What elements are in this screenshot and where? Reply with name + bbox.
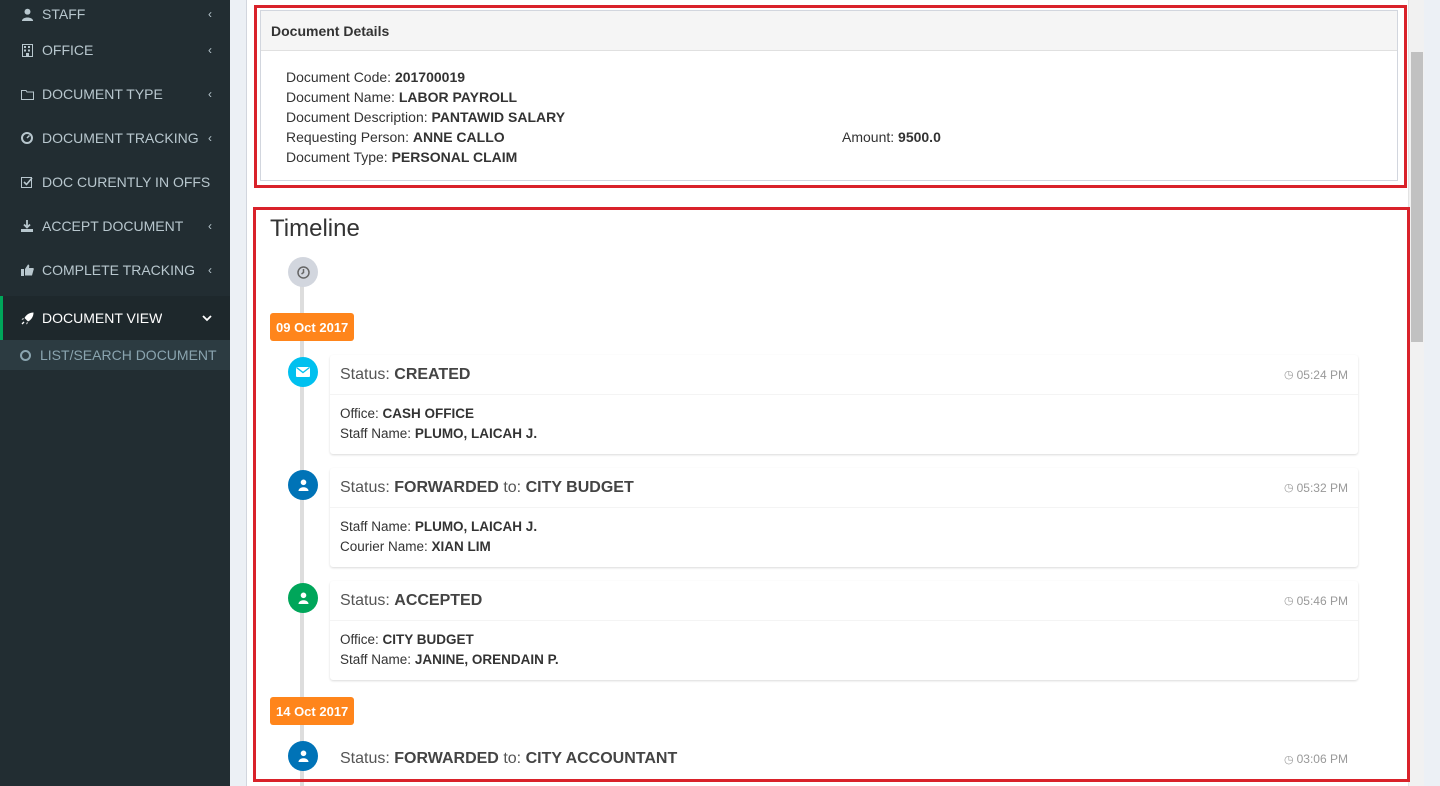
sidebar-item-complete-tracking[interactable]: COMPLETE TRACKING ‹ <box>0 248 230 292</box>
sidebar-item-label: ACCEPT DOCUMENT <box>42 218 184 234</box>
circle-icon <box>20 349 31 361</box>
chevron-left-icon: ‹ <box>208 219 212 233</box>
rocket-icon <box>20 311 34 325</box>
user-icon <box>20 7 34 21</box>
building-icon <box>20 43 34 57</box>
sidebar-item-label: STAFF <box>42 6 86 22</box>
chevron-left-icon: ‹ <box>208 43 212 57</box>
chevron-down-icon <box>202 311 212 325</box>
scrollbar-thumb[interactable] <box>1411 52 1423 342</box>
sidebar-item-office[interactable]: OFFICE ‹ <box>0 28 230 72</box>
sidebar-item-label: DOCUMENT TRACKING <box>42 130 199 146</box>
sidebar-item-label: OFFICE <box>42 42 94 58</box>
sidebar-item-doc-currently-in-office[interactable]: DOC CURENTLY IN OFFS <box>0 160 230 204</box>
sidebar-item-document-type[interactable]: DOCUMENT TYPE ‹ <box>0 72 230 116</box>
sidebar-item-label: DOCUMENT TYPE <box>42 86 163 102</box>
sidebar-item-document-view[interactable]: DOCUMENT VIEW <box>0 296 230 340</box>
check-square-icon <box>20 175 34 189</box>
download-icon <box>20 219 34 233</box>
chevron-left-icon: ‹ <box>208 87 212 101</box>
highlight-box-document-details <box>254 5 1407 188</box>
vertical-scrollbar[interactable] <box>1408 0 1424 786</box>
chevron-left-icon: ‹ <box>208 131 212 145</box>
sidebar-item-label: COMPLETE TRACKING <box>42 262 195 278</box>
sidebar: STAFF ‹ OFFICE ‹ DOCUMENT TYPE ‹ DOCUMEN… <box>0 0 230 786</box>
sidebar-subitem-list-search-document[interactable]: LIST/SEARCH DOCUMENT <box>0 340 230 370</box>
chevron-left-icon: ‹ <box>208 263 212 277</box>
dashboard-icon <box>20 131 34 145</box>
sidebar-item-label: DOCUMENT VIEW <box>42 310 163 326</box>
chevron-left-icon: ‹ <box>208 7 212 21</box>
sidebar-item-staff[interactable]: STAFF ‹ <box>0 0 230 28</box>
highlight-box-timeline <box>253 207 1410 782</box>
folder-icon <box>20 87 34 101</box>
sidebar-item-label: DOC CURENTLY IN OFFS <box>42 174 211 190</box>
sidebar-subitem-label: LIST/SEARCH DOCUMENT <box>40 347 217 363</box>
sidebar-item-accept-document[interactable]: ACCEPT DOCUMENT ‹ <box>0 204 230 248</box>
thumbs-up-icon <box>20 263 34 277</box>
sidebar-item-document-tracking[interactable]: DOCUMENT TRACKING ‹ <box>0 116 230 160</box>
